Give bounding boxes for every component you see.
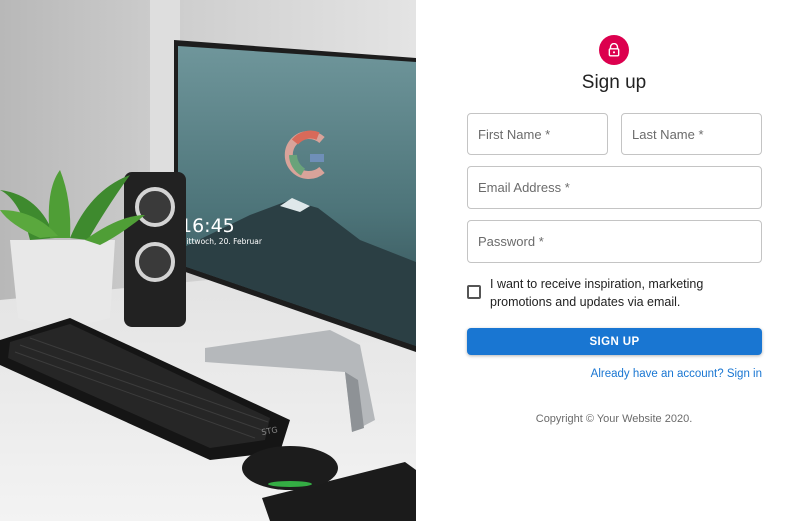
marketing-checkbox-label: I want to receive inspiration, marketing… xyxy=(490,277,704,309)
page-title: Sign up xyxy=(581,72,647,93)
sign-in-link[interactable]: Already have an account? Sign in xyxy=(591,368,762,380)
marketing-checkbox[interactable] xyxy=(467,285,481,299)
screen-time: 16:45 xyxy=(180,215,235,237)
email-field[interactable] xyxy=(467,166,762,209)
password-field[interactable] xyxy=(467,220,762,263)
password-input[interactable] xyxy=(468,221,761,262)
email-input[interactable] xyxy=(468,167,761,208)
hero-image: 16:45 Mittwoch, 20. Februar STG xyxy=(0,0,416,521)
last-name-input[interactable] xyxy=(622,114,761,154)
first-name-input[interactable] xyxy=(468,114,607,154)
desk-photo: 16:45 Mittwoch, 20. Februar STG xyxy=(0,0,416,521)
copyright-text: Copyright © Your Website 2020. xyxy=(535,413,693,425)
sign-up-button[interactable]: SIGN UP xyxy=(467,328,762,355)
lock-icon xyxy=(608,43,620,57)
lock-avatar xyxy=(599,35,629,65)
first-name-field[interactable] xyxy=(467,113,608,155)
screen-date: Mittwoch, 20. Februar xyxy=(180,237,263,246)
last-name-field[interactable] xyxy=(621,113,762,155)
